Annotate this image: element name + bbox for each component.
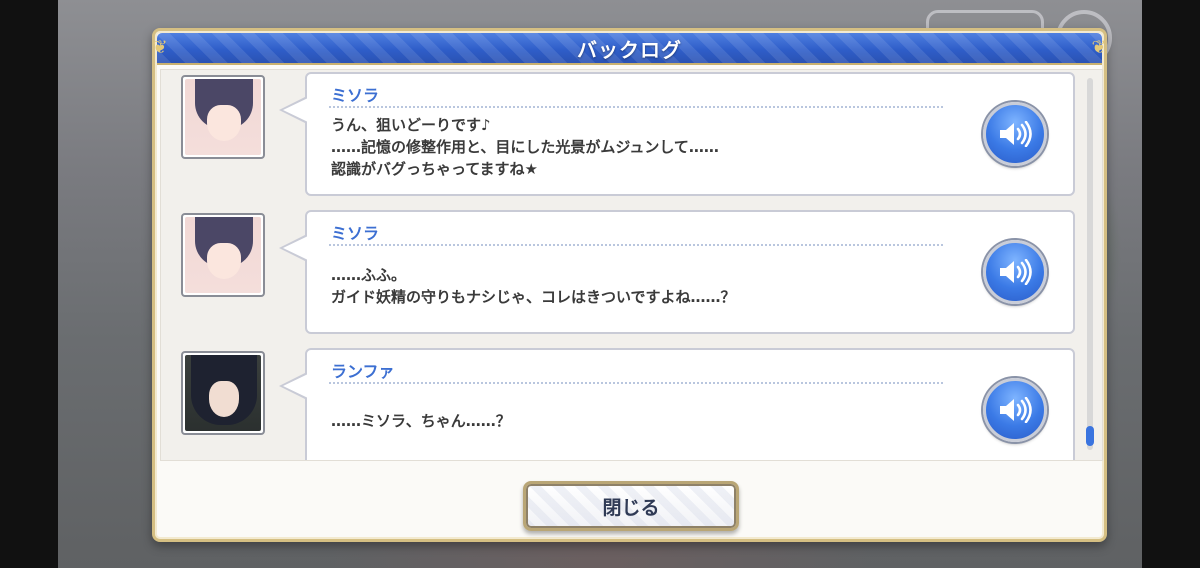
- divider: [329, 244, 943, 246]
- message-text: うん、狙いどーりです♪ ……記憶の修整作用と、目にした光景がムジュンして…… 認…: [331, 114, 931, 180]
- log-entry: ミソラ うん、狙いどーりです♪ ……記憶の修整作用と、目にした光景がムジュンして…: [161, 72, 1081, 198]
- message-line: ……ふふ。: [331, 266, 407, 284]
- voice-play-button[interactable]: [983, 102, 1047, 166]
- speaker-name: ミソラ: [331, 224, 380, 243]
- log-entry: ランファ ……ミソラ、ちゃん……？: [161, 348, 1081, 460]
- close-button[interactable]: 閉じる: [523, 481, 739, 531]
- backlog-dialog: ❦ バックログ ❦ ミソラ うん、狙いどーりです♪ ……記憶の修整作用と、目にし…: [152, 28, 1107, 542]
- avatar-lanfa: [181, 351, 265, 435]
- speaker-volume-icon: [1000, 121, 1032, 147]
- voice-play-button[interactable]: [983, 378, 1047, 442]
- ornament-icon: ❦: [1091, 37, 1107, 58]
- speaker-name: ランファ: [331, 362, 395, 381]
- message-bubble: ミソラ うん、狙いどーりです♪ ……記憶の修整作用と、目にした光景がムジュンして…: [279, 72, 1075, 196]
- dialog-title-bar: ❦ バックログ ❦: [152, 33, 1107, 65]
- backlog-list[interactable]: ミソラ うん、狙いどーりです♪ ……記憶の修整作用と、目にした光景がムジュンして…: [160, 69, 1103, 461]
- avatar-misora: [181, 213, 265, 297]
- divider: [329, 382, 943, 384]
- message-text: ……ミソラ、ちゃん……？: [331, 410, 931, 432]
- voice-play-button[interactable]: [983, 240, 1047, 304]
- right-letterbox: [1142, 0, 1200, 568]
- scrollbar-thumb[interactable]: [1086, 426, 1094, 446]
- scrollbar[interactable]: [1086, 78, 1094, 450]
- ornament-icon: ❦: [152, 37, 168, 58]
- avatar-misora: [181, 75, 265, 159]
- speaker-volume-icon: [1000, 259, 1032, 285]
- message-bubble: ミソラ ……ふふ。 ガイド妖精の守りもナシじゃ、コレはきついですよね……？: [279, 210, 1075, 334]
- left-letterbox: [0, 0, 58, 568]
- message-line: ……ミソラ、ちゃん……？: [331, 412, 511, 430]
- message-bubble: ランファ ……ミソラ、ちゃん……？: [279, 348, 1075, 460]
- speaker-name: ミソラ: [331, 86, 380, 105]
- log-entry: ミソラ ……ふふ。 ガイド妖精の守りもナシじゃ、コレはきついですよね……？: [161, 210, 1081, 336]
- message-line: ガイド妖精の守りもナシじゃ、コレはきついですよね……？: [331, 288, 736, 306]
- speaker-volume-icon: [1000, 397, 1032, 423]
- divider: [329, 106, 943, 108]
- message-line: 認識がバグっちゃってますね★: [331, 160, 538, 178]
- message-text: ……ふふ。 ガイド妖精の守りもナシじゃ、コレはきついですよね……？: [331, 264, 931, 308]
- message-line: うん、狙いどーりです♪: [331, 116, 491, 134]
- message-line: ……記憶の修整作用と、目にした光景がムジュンして……: [331, 138, 719, 156]
- dialog-title: バックログ: [577, 37, 682, 62]
